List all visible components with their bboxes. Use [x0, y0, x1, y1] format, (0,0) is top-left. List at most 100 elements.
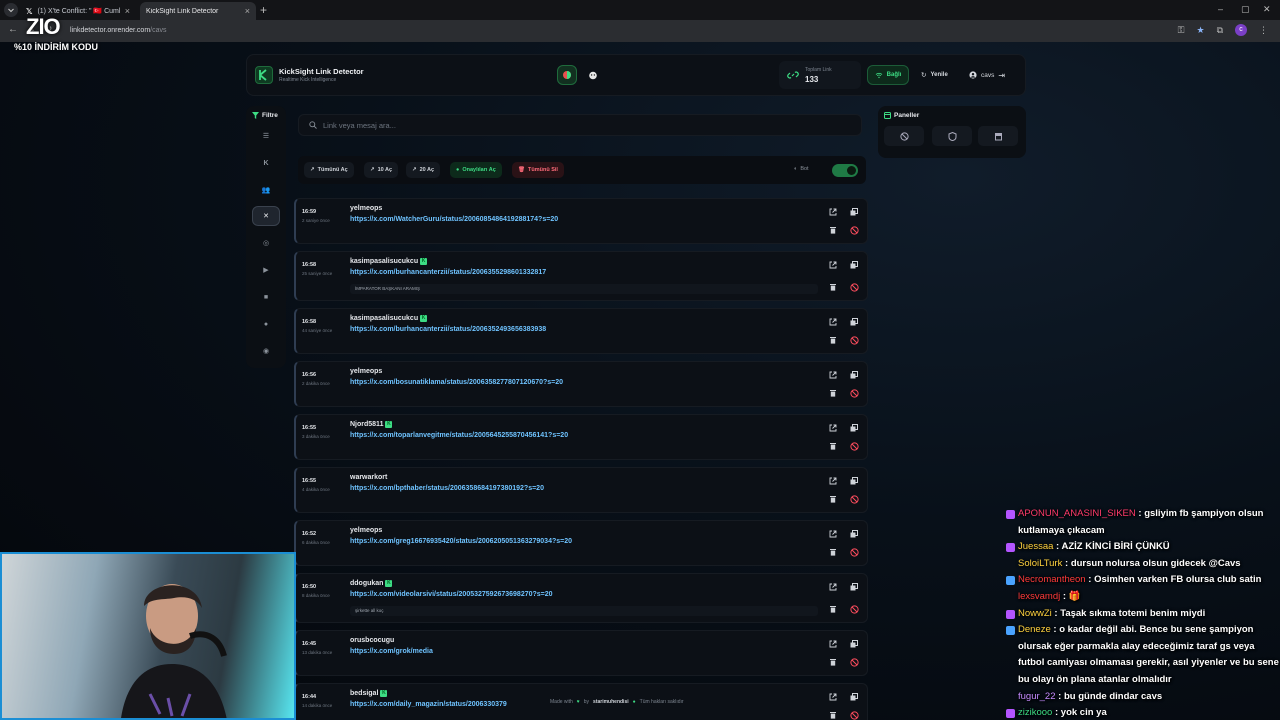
delete-icon[interactable]	[828, 547, 838, 557]
open-20-button[interactable]: ↗ 20 Aç	[406, 162, 441, 178]
delete-icon[interactable]	[828, 710, 838, 720]
browser-menu-icon[interactable]: ⋮	[1259, 25, 1268, 36]
delete-icon[interactable]	[828, 657, 838, 667]
shield-panel-button[interactable]	[932, 126, 972, 146]
block-icon[interactable]	[849, 657, 859, 667]
tab-search-icon[interactable]	[4, 3, 18, 17]
delete-icon[interactable]	[828, 335, 838, 345]
copy-icon[interactable]	[849, 423, 859, 433]
user-button[interactable]: cavs ⇥	[969, 65, 1005, 85]
block-icon[interactable]	[849, 282, 859, 292]
new-tab-button[interactable]: +	[260, 3, 267, 17]
link-username[interactable]: yelmeops	[350, 527, 382, 534]
link-username[interactable]: bedsigal K	[350, 690, 388, 697]
filter-video-button[interactable]: ■	[252, 287, 280, 307]
minimize-icon[interactable]: –	[1218, 4, 1223, 14]
block-icon[interactable]	[849, 335, 859, 345]
block-icon[interactable]	[849, 604, 859, 614]
copy-icon[interactable]	[849, 529, 859, 539]
copy-icon[interactable]	[849, 582, 859, 592]
url-field[interactable]: linkdetector.onrender.com/cavs	[70, 24, 1170, 38]
block-icon[interactable]	[849, 494, 859, 504]
filter-web-button[interactable]: ◉	[252, 341, 280, 361]
profile-avatar[interactable]: c	[1235, 24, 1247, 36]
filter-all-button[interactable]: ☰	[252, 126, 280, 146]
delete-icon[interactable]	[828, 441, 838, 451]
filter-camera-button[interactable]: ●	[252, 314, 280, 334]
browser-tab-kicksight[interactable]: KickSight Link Detector ×	[140, 2, 256, 20]
logout-icon[interactable]: ⇥	[998, 71, 1005, 80]
block-icon[interactable]	[849, 225, 859, 235]
link-username[interactable]: kasimpasalisucukcu K	[350, 258, 428, 265]
copy-icon[interactable]	[849, 692, 859, 702]
filter-users-button[interactable]: 👥	[252, 180, 280, 200]
back-icon[interactable]: ←	[8, 24, 18, 35]
refresh-button[interactable]: ↻ Yenile	[921, 65, 948, 85]
link-url[interactable]: https://x.com/grok/media	[350, 648, 433, 655]
copy-icon[interactable]	[849, 639, 859, 649]
open-link-icon[interactable]	[828, 476, 838, 486]
link-url[interactable]: https://x.com/daily_magazin/status/20063…	[350, 701, 507, 708]
link-username[interactable]: yelmeops	[350, 368, 382, 375]
open-10-button[interactable]: ↗ 10 Aç	[364, 162, 399, 178]
link-username[interactable]: ddogukan K	[350, 580, 393, 587]
archive-panel-button[interactable]	[978, 126, 1018, 146]
block-icon[interactable]	[849, 547, 859, 557]
link-url[interactable]: https://x.com/WatcherGuru/status/2006085…	[350, 216, 558, 223]
open-link-icon[interactable]	[828, 529, 838, 539]
open-link-icon[interactable]	[828, 423, 838, 433]
delete-all-button[interactable]: 🗑 Tümünü Sil	[512, 162, 564, 178]
bot-toggle[interactable]	[832, 164, 858, 177]
delete-icon[interactable]	[828, 494, 838, 504]
password-key-icon[interactable]: ⚿	[1178, 25, 1185, 36]
open-link-icon[interactable]	[828, 207, 838, 217]
chat-username[interactable]: SoloiLTurk	[1018, 558, 1062, 569]
open-link-icon[interactable]	[828, 260, 838, 270]
chat-username[interactable]: zizikooo	[1018, 707, 1052, 718]
link-username[interactable]: Njord5811 K	[350, 421, 393, 428]
copy-icon[interactable]	[849, 260, 859, 270]
delete-icon[interactable]	[828, 282, 838, 292]
link-url[interactable]: https://x.com/burhancanterzii/status/200…	[350, 269, 546, 276]
delete-icon[interactable]	[828, 388, 838, 398]
open-link-icon[interactable]	[828, 692, 838, 702]
maximize-icon[interactable]: ▢	[1241, 4, 1250, 15]
link-url[interactable]: https://x.com/greg16676935420/status/200…	[350, 538, 572, 545]
open-link-icon[interactable]	[828, 370, 838, 380]
close-tab-icon[interactable]: ×	[125, 6, 130, 16]
block-icon[interactable]	[849, 441, 859, 451]
copy-icon[interactable]	[849, 370, 859, 380]
chat-username[interactable]: APONUN_ANASINI_SIKEN	[1018, 508, 1136, 519]
link-url[interactable]: https://x.com/bosunatiklama/status/20063…	[350, 379, 563, 386]
open-link-icon[interactable]	[828, 582, 838, 592]
filter-x-button[interactable]: ✕	[252, 206, 280, 226]
search-input[interactable]: Link veya mesaj ara...	[298, 114, 862, 136]
extensions-icon[interactable]: ⧉	[1217, 25, 1223, 36]
chat-username[interactable]: Necromantheon	[1018, 574, 1086, 585]
link-username[interactable]: orusbcocugu	[350, 637, 394, 644]
close-window-icon[interactable]: ✕	[1263, 4, 1271, 15]
close-tab-icon[interactable]: ×	[245, 6, 250, 16]
copy-icon[interactable]	[849, 207, 859, 217]
link-url[interactable]: https://x.com/burhancanterzii/status/200…	[350, 326, 546, 333]
link-url[interactable]: https://x.com/videolarsivi/status/200532…	[350, 591, 553, 598]
connection-status-button[interactable]: Bağlı	[867, 65, 909, 85]
copy-icon[interactable]	[849, 476, 859, 486]
chat-username[interactable]: Deneze	[1018, 624, 1051, 635]
link-username[interactable]: warwarkort	[350, 474, 387, 481]
chat-username[interactable]: Juessaa	[1018, 541, 1053, 552]
filter-youtube-button[interactable]: ▶	[252, 260, 280, 280]
open-link-icon[interactable]	[828, 317, 838, 327]
open-all-button[interactable]: ↗ Tümünü Aç	[304, 162, 354, 178]
chat-username[interactable]: NowwZi	[1018, 608, 1052, 619]
filter-instagram-button[interactable]: ◎	[252, 233, 280, 253]
open-approved-button[interactable]: ● Onaylıları Aç	[450, 162, 502, 178]
link-url[interactable]: https://x.com/bpthaber/status/2006358684…	[350, 485, 544, 492]
filter-kick-button[interactable]: K	[252, 153, 280, 173]
bookmark-star-icon[interactable]: ★	[1196, 25, 1204, 36]
chat-username[interactable]: lexsvamdj	[1018, 591, 1060, 602]
copy-icon[interactable]	[849, 317, 859, 327]
block-icon[interactable]	[849, 710, 859, 720]
ban-panel-button[interactable]	[884, 126, 924, 146]
chat-username[interactable]: fugur_22	[1018, 691, 1056, 702]
